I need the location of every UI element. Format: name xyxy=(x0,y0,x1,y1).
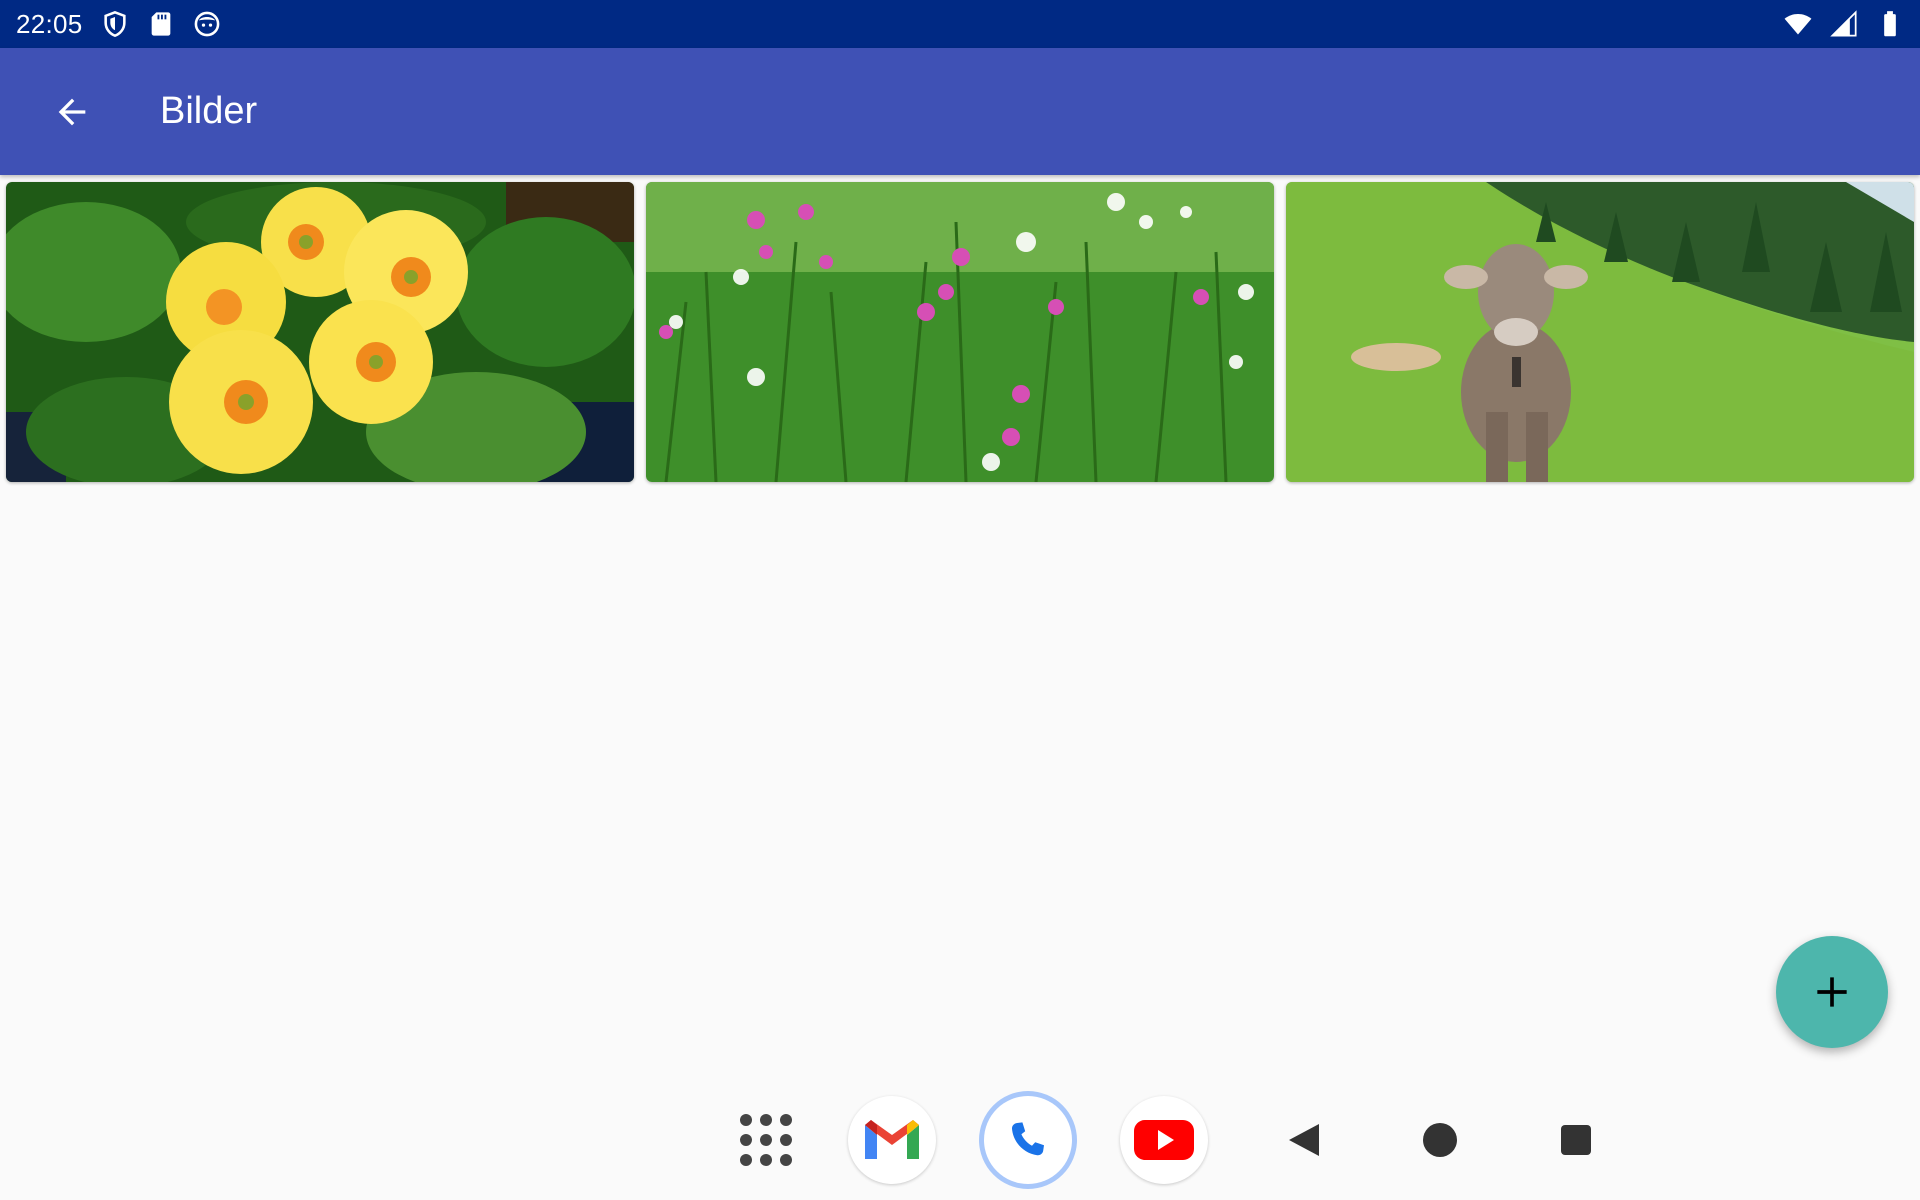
app-bar: Bilder xyxy=(0,48,1920,175)
cow-photo xyxy=(1286,182,1914,482)
system-home-button[interactable] xyxy=(1394,1094,1486,1186)
wifi-icon xyxy=(1784,13,1812,35)
youtube-icon xyxy=(1134,1120,1194,1160)
page-title: Bilder xyxy=(160,90,258,132)
status-time: 22:05 xyxy=(16,8,83,39)
recents-square-icon xyxy=(1561,1125,1591,1155)
youtube-icon-circle xyxy=(1120,1096,1208,1184)
app-drawer-button[interactable] xyxy=(720,1094,812,1186)
phone-app-button[interactable] xyxy=(982,1094,1074,1186)
home-circle-icon xyxy=(1423,1123,1457,1157)
image-tile-cow[interactable] xyxy=(1286,182,1914,482)
face-icon xyxy=(194,11,219,37)
back-button[interactable] xyxy=(36,76,108,148)
cell-signal-icon xyxy=(1830,10,1857,37)
phone-icon xyxy=(1011,1122,1044,1156)
sd-card-icon xyxy=(151,12,170,36)
youtube-app-button[interactable] xyxy=(1118,1094,1210,1186)
system-recents-button[interactable] xyxy=(1530,1094,1622,1186)
gmail-app-button[interactable] xyxy=(846,1094,938,1186)
arrow-back-icon xyxy=(58,98,86,125)
gmail-icon-circle xyxy=(848,1096,936,1184)
status-bar: 22:05 xyxy=(0,0,1920,48)
meadow-photo xyxy=(646,182,1274,482)
shield-icon xyxy=(103,10,126,38)
image-tile-primrose[interactable] xyxy=(6,182,634,482)
back-triangle-icon xyxy=(1289,1124,1319,1156)
image-tile-meadow[interactable] xyxy=(646,182,1274,482)
phone-icon-circle xyxy=(984,1096,1072,1184)
status-left: 22:05 xyxy=(16,9,221,40)
app-drawer-icon xyxy=(740,1114,792,1166)
plus-icon xyxy=(1817,977,1847,1007)
battery-icon xyxy=(1884,11,1896,37)
status-right xyxy=(1784,10,1904,38)
image-grid xyxy=(6,182,1914,482)
add-image-fab[interactable] xyxy=(1776,936,1888,1048)
primrose-photo xyxy=(6,182,634,482)
navigation-bar xyxy=(0,1080,1920,1200)
gmail-icon xyxy=(865,1120,919,1159)
system-back-button[interactable] xyxy=(1258,1094,1350,1186)
